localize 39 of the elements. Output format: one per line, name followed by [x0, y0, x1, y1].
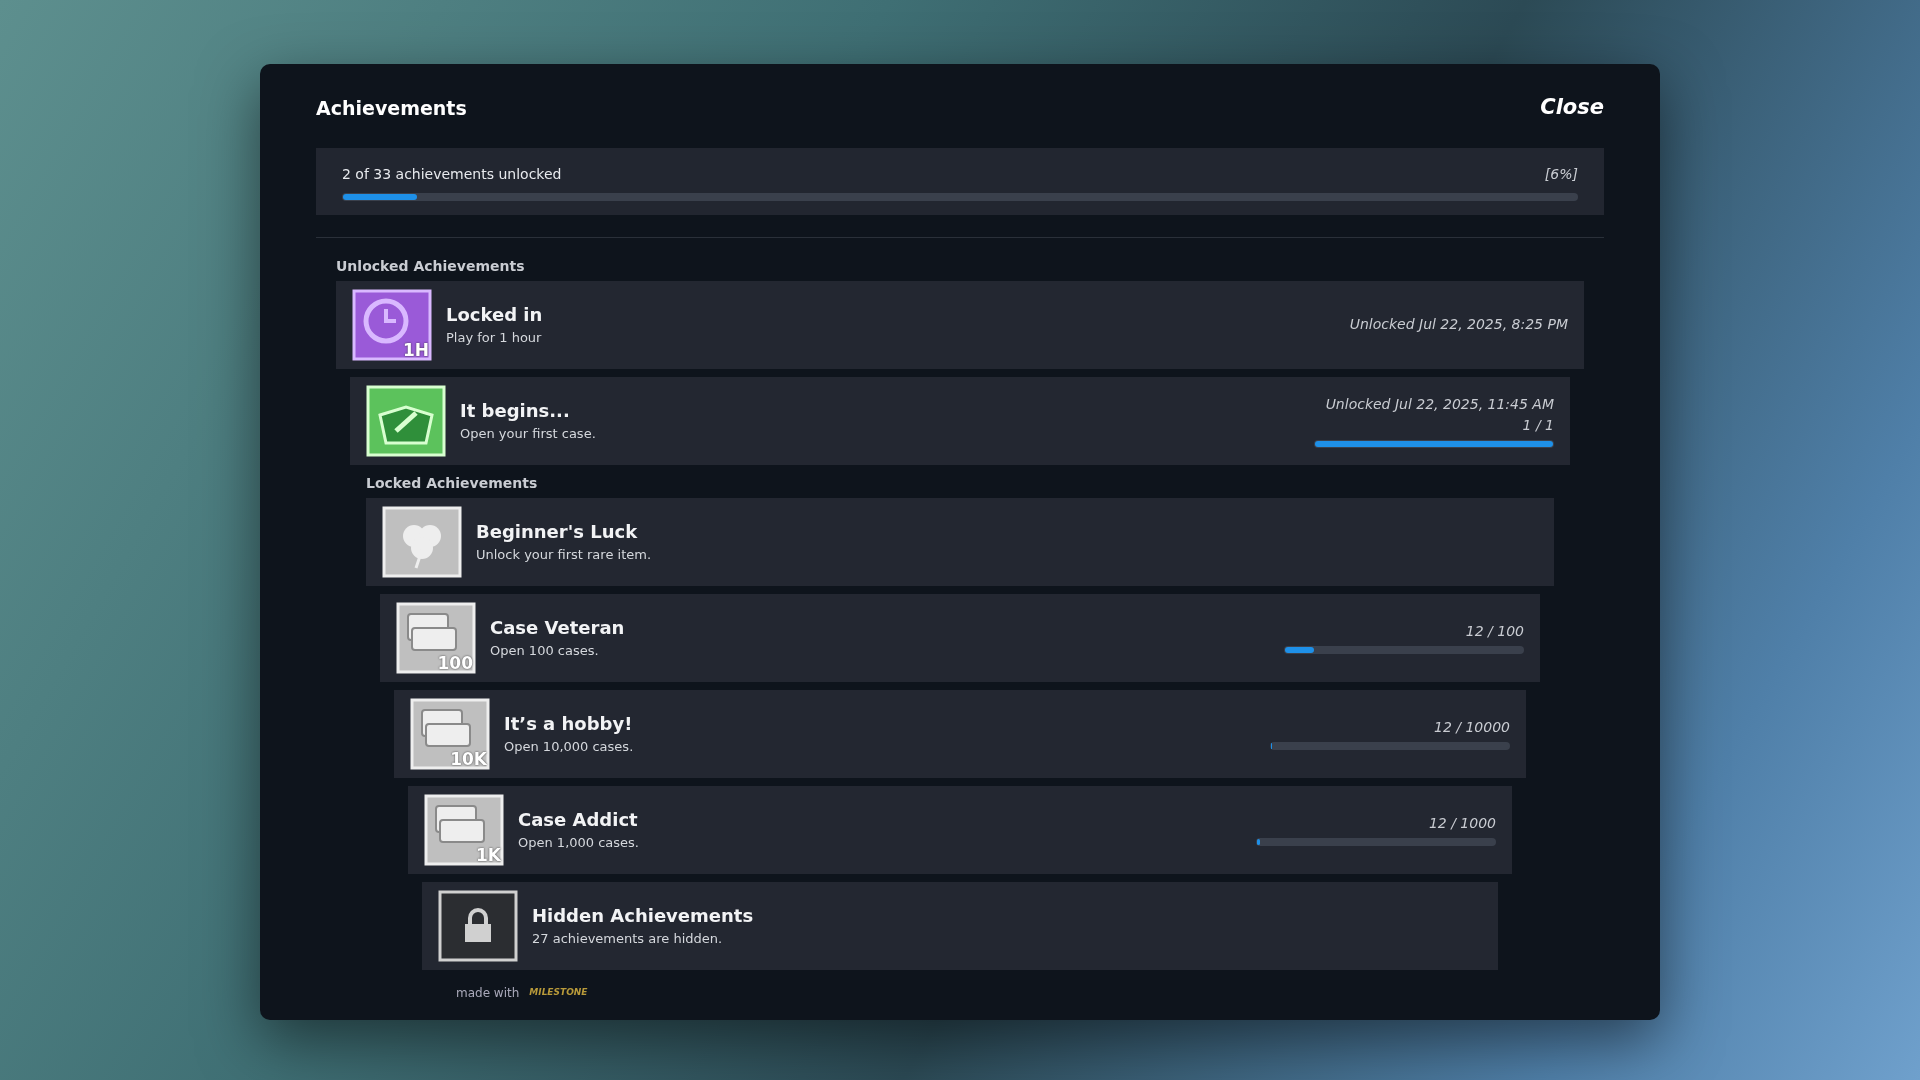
progress-count: 1 / 1: [1521, 415, 1554, 435]
achievement-description: Unlock your first rare item.: [476, 546, 652, 565]
achievement-description: Open 100 cases.: [490, 642, 600, 661]
cases-icon: [410, 697, 490, 770]
unlock-date: Unlocked Jul 22, 2025, 11:45 AM: [1324, 394, 1554, 414]
achievement-description: Open 1,000 cases.: [518, 834, 639, 853]
unlock-date: Unlocked Jul 22, 2025, 8:25 PM: [1348, 315, 1568, 334]
achievement-description: Open 10,000 cases.: [504, 738, 634, 757]
achievement-title: Beginner's Luck: [476, 520, 639, 545]
achievement-description: 27 achievements are hidden.: [532, 930, 724, 949]
section-heading: Unlocked Achievements: [336, 256, 526, 276]
badge-label: 1H: [402, 341, 429, 359]
percent-text: [6%]: [1544, 164, 1578, 184]
badge-label: 10K: [450, 750, 487, 768]
footer-text: made with: [456, 984, 520, 1002]
progress-count: 12 / 100: [1464, 622, 1524, 641]
close-button[interactable]: Close: [1540, 92, 1604, 124]
badge-label: 1K: [476, 846, 501, 864]
achievement-title: It’s a hobby!: [504, 712, 634, 737]
cases-icon: [396, 601, 476, 674]
achievement-description: Open your first case.: [460, 425, 596, 444]
cases-icon: [424, 793, 504, 866]
logo-text: MILESTONE: [529, 985, 588, 999]
achievement-title: Case Addict: [518, 808, 639, 833]
achievement-title: Hidden Achievements: [532, 904, 754, 929]
clover-icon: [382, 505, 462, 578]
section-heading: Locked Achievements: [366, 473, 539, 493]
progress-count: 12 / 10000: [1433, 718, 1510, 737]
achievement-title: Locked in: [446, 303, 543, 328]
clock-icon: [352, 288, 432, 361]
summary-text: 2 of 33 achievements unlocked: [342, 164, 562, 184]
lock-icon: [438, 889, 518, 962]
dialog-title: Achievements: [316, 95, 467, 121]
badge-label: 100: [437, 654, 473, 672]
achievement-title: Case Veteran: [490, 616, 625, 641]
achievement-title: It begins...: [460, 399, 571, 424]
progress-count: 12 / 1000: [1427, 814, 1496, 833]
achievement-description: Play for 1 hour: [446, 329, 543, 348]
case-icon: [366, 384, 446, 457]
